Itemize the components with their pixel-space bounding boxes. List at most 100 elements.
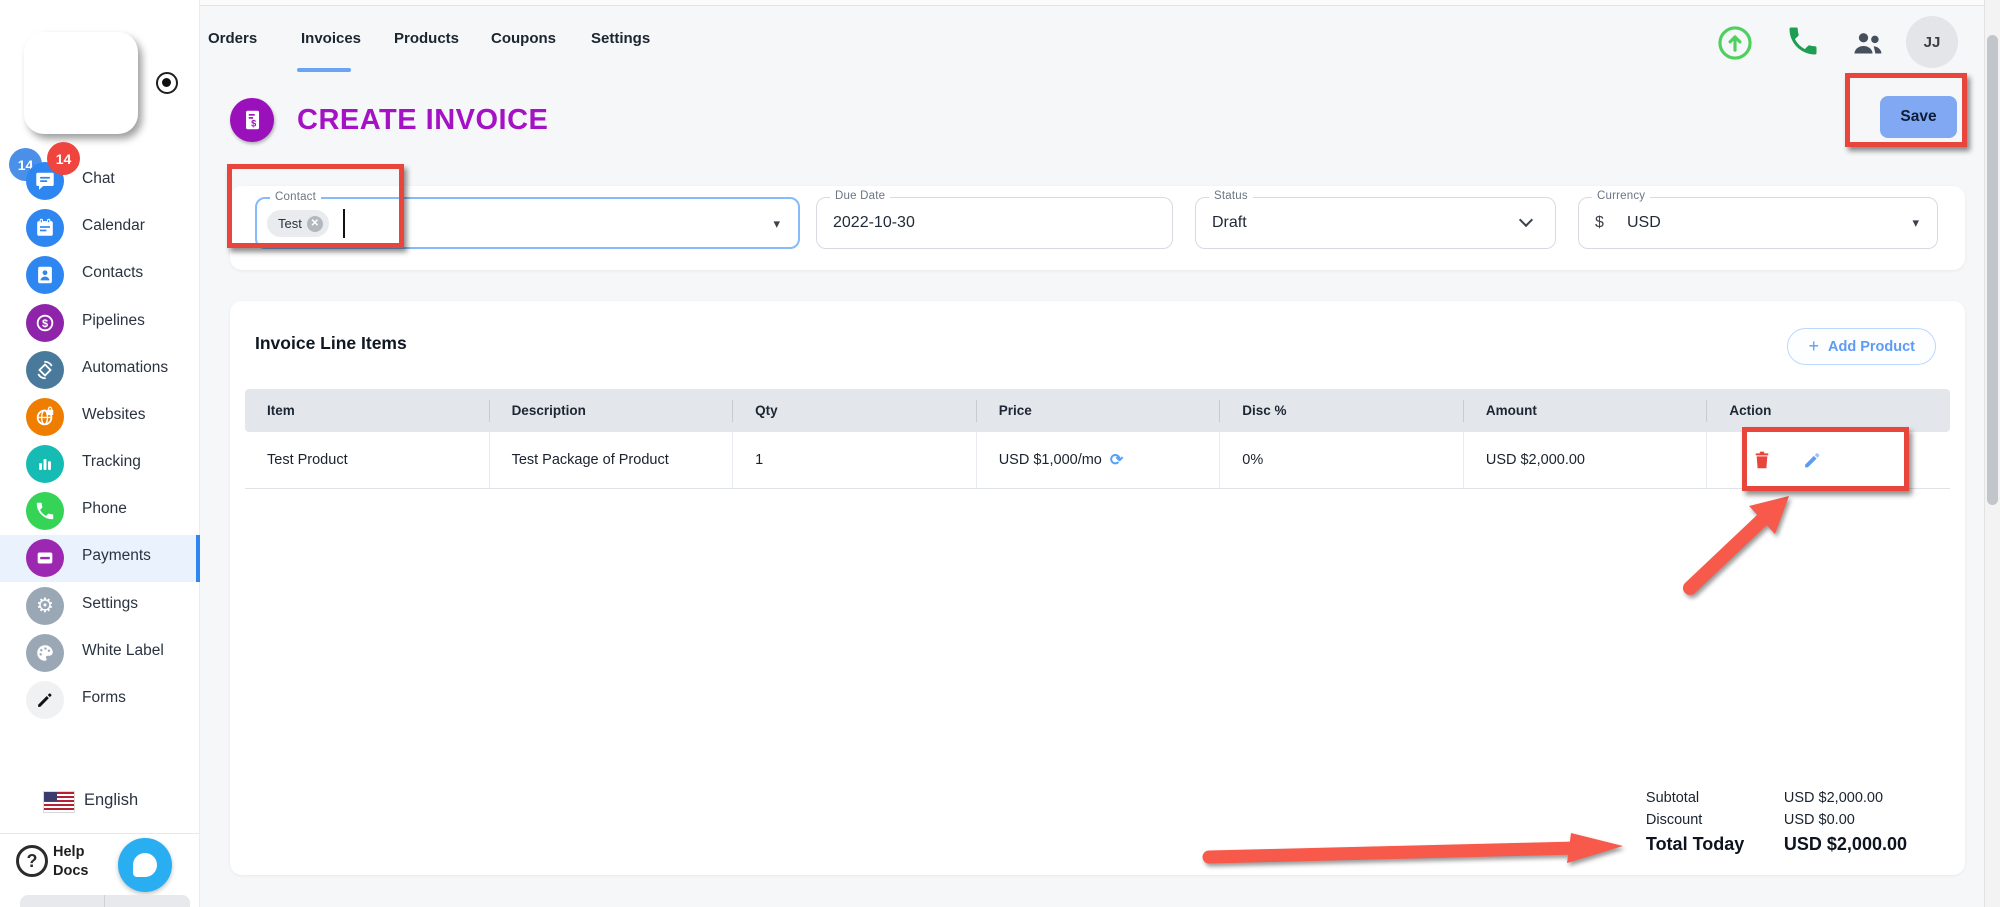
dropdown-icon[interactable]: ▾: [1912, 198, 1919, 247]
language-selector[interactable]: English: [0, 788, 200, 822]
annotation-arrow-diagonal: [1645, 486, 1845, 616]
automations-icon: [26, 351, 64, 389]
sidebar-item-label: Phone: [82, 500, 127, 518]
row-amount: USD $2,000.00: [1463, 432, 1707, 488]
notification-badge-red: 14: [47, 142, 80, 175]
contact-label: Contact: [270, 191, 321, 203]
contact-select[interactable]: Contact Test ✕ ▾: [255, 197, 800, 249]
phone-icon: [26, 492, 64, 530]
collapsed-footer-control: [20, 895, 190, 907]
status-value: Draft: [1212, 198, 1247, 247]
sidebar-item-pipelines[interactable]: $ Pipelines: [0, 300, 200, 347]
contacts-icon: [26, 256, 64, 294]
page-title: CREATE INVOICE: [297, 104, 548, 137]
line-items-table: Item Description Qty Price Disc % Amount…: [245, 389, 1950, 489]
sidebar-item-forms[interactable]: Forms: [0, 677, 200, 724]
annotation-arrow-horizontal: [1195, 831, 1640, 873]
plus-icon: +: [1808, 336, 1819, 357]
tab-products[interactable]: Products: [394, 30, 459, 47]
scrollbar-thumb[interactable]: [1987, 35, 1998, 505]
col-qty: Qty: [732, 400, 976, 422]
sidebar-item-label: Pipelines: [82, 312, 145, 330]
sidebar-item-calendar[interactable]: Calendar: [0, 205, 200, 252]
sidebar-item-label: Calendar: [82, 217, 145, 235]
row-description: Test Package of Product: [489, 432, 733, 488]
currency-select[interactable]: Currency $ USD ▾: [1578, 197, 1938, 249]
help-icon[interactable]: ?: [16, 845, 48, 877]
sidebar-item-payments[interactable]: Payments: [0, 535, 200, 582]
edit-icon[interactable]: [1801, 449, 1823, 471]
sidebar-item-label: White Label: [82, 642, 164, 660]
delete-icon[interactable]: [1751, 449, 1773, 471]
support-chat-bubble-icon[interactable]: [118, 838, 172, 892]
chevron-down-icon[interactable]: [1519, 213, 1533, 227]
top-edge: [200, 0, 2000, 6]
due-date-field[interactable]: Due Date 2022-10-30: [816, 197, 1173, 249]
svg-text:$: $: [251, 119, 256, 129]
upgrade-icon[interactable]: [1716, 24, 1754, 62]
status-select[interactable]: Status Draft: [1195, 197, 1556, 249]
line-items-title: Invoice Line Items: [255, 333, 407, 354]
invoice-page-icon: $: [230, 98, 274, 142]
help-docs-link[interactable]: Help Docs: [53, 843, 88, 881]
app-screen: 14 14 Chat Calendar Contacts $ Pipelines: [0, 0, 2000, 907]
sidebar-item-white-label[interactable]: White Label: [0, 630, 200, 677]
active-tab-underline: [297, 68, 351, 72]
svg-text:$: $: [42, 318, 48, 330]
row-qty: 1: [732, 432, 976, 488]
dropdown-icon[interactable]: ▾: [773, 199, 780, 248]
contact-chip: Test ✕: [267, 210, 329, 237]
discount-row: Discount USD $0.00: [1646, 812, 1907, 828]
col-action: Action: [1706, 400, 1950, 422]
pipelines-icon: $: [26, 304, 64, 342]
sidebar-item-settings[interactable]: ⚙ Settings: [0, 583, 200, 630]
subtotal-row: Subtotal USD $2,000.00: [1646, 790, 1907, 806]
language-label: English: [84, 791, 138, 810]
row-disc: 0%: [1219, 432, 1463, 488]
sidebar-item-phone[interactable]: Phone: [0, 488, 200, 535]
sidebar: 14 14 Chat Calendar Contacts $ Pipelines: [0, 0, 200, 907]
calendar-icon: [26, 209, 64, 247]
tracking-icon: [26, 445, 64, 483]
sidebar-item-label: Tracking: [82, 453, 141, 471]
sidebar-item-label: Contacts: [82, 264, 143, 282]
remove-chip-icon[interactable]: ✕: [307, 216, 323, 232]
add-product-button[interactable]: + Add Product: [1787, 328, 1936, 365]
col-description: Description: [489, 400, 733, 422]
col-price: Price: [976, 400, 1220, 422]
row-item: Test Product: [245, 432, 489, 488]
sidebar-item-tracking[interactable]: Tracking: [0, 441, 200, 488]
currency-symbol: $: [1595, 198, 1604, 247]
sidebar-item-label: Chat: [82, 170, 115, 188]
payments-icon: [26, 539, 64, 577]
main-content: Orders Invoices Products Coupons Setting…: [200, 0, 2000, 907]
scrollbar[interactable]: [1984, 0, 2000, 907]
tab-orders[interactable]: Orders: [208, 30, 257, 47]
table-header: Item Description Qty Price Disc % Amount…: [245, 389, 1950, 432]
sidebar-toggle-icon[interactable]: [156, 72, 178, 94]
row-price: USD $1,000/mo ⟳: [976, 432, 1220, 488]
sidebar-item-websites[interactable]: Websites: [0, 394, 200, 441]
recurring-icon: ⟳: [1110, 450, 1123, 470]
total-today-row: Total Today USD $2,000.00: [1646, 834, 1907, 855]
avatar[interactable]: JJ: [1906, 16, 1958, 68]
sidebar-item-contacts[interactable]: Contacts: [0, 252, 200, 299]
line-items-card: Invoice Line Items + Add Product Item De…: [230, 301, 1965, 875]
websites-icon: [26, 398, 64, 436]
agency-logo: [24, 32, 138, 134]
dialer-phone-icon[interactable]: [1785, 23, 1821, 59]
sidebar-item-label: Payments: [82, 547, 151, 565]
tab-coupons[interactable]: Coupons: [491, 30, 556, 47]
col-disc: Disc %: [1219, 400, 1463, 422]
tab-invoices[interactable]: Invoices: [301, 30, 361, 47]
sidebar-item-label: Websites: [82, 406, 145, 424]
users-icon[interactable]: [1850, 25, 1886, 61]
pencil-icon: [26, 681, 64, 719]
invoice-form-card: Contact Test ✕ ▾ Due Date 2022-10-30 Sta…: [230, 186, 1965, 270]
text-cursor: [343, 209, 345, 238]
sidebar-divider: [0, 833, 199, 834]
sidebar-item-automations[interactable]: Automations: [0, 347, 200, 394]
tab-settings[interactable]: Settings: [591, 30, 650, 47]
sidebar-item-label: Settings: [82, 595, 138, 613]
save-button[interactable]: Save: [1880, 96, 1957, 138]
